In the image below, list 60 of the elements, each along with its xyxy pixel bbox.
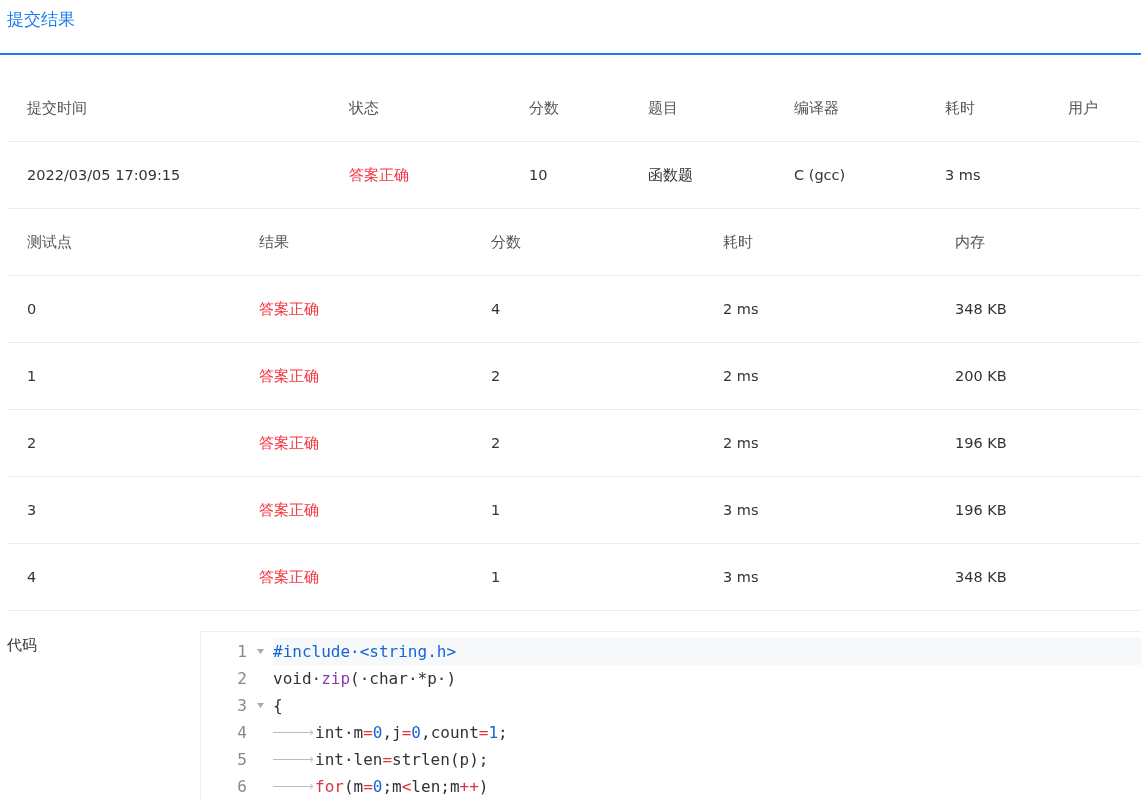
table-cell-text: 3 ms xyxy=(722,569,760,585)
code-editor[interactable]: 1 #include·<string.h> 2 void·zip(·char·*p·) 3 { 4 int·m=0,j=0,count=1; 5 int·len=strlen(p); 6 for(m=0;m<len;m++) xyxy=(200,631,1141,800)
table-cell-text: 2 xyxy=(490,368,502,384)
section-label: 代码 xyxy=(7,635,38,656)
table-cell-text: 196 KB xyxy=(954,502,1008,518)
code-line: for(m=0;m<len;m++) xyxy=(315,776,489,798)
table-cell-text: 3 ms xyxy=(944,167,982,183)
line-number: 1 xyxy=(236,642,247,661)
line-number: 5 xyxy=(236,750,247,769)
code-line: int·len=strlen(p); xyxy=(315,749,489,771)
column-header: 提交时间 xyxy=(26,98,88,118)
table-cell-text: 2 xyxy=(490,435,502,451)
table-cell-text: 4 xyxy=(490,301,502,317)
table-cell-text: 2 xyxy=(26,435,38,451)
line-number: 6 xyxy=(236,777,247,796)
fold-caret-icon[interactable] xyxy=(256,703,264,708)
code-line: { xyxy=(273,695,283,717)
column-header: 题目 xyxy=(647,98,679,118)
column-header: 编译器 xyxy=(793,98,840,118)
line-number: 3 xyxy=(236,696,247,715)
table-cell-text: 2 ms xyxy=(722,435,760,451)
table-cell-text: 2022/03/05 17:09:15 xyxy=(26,167,182,183)
table-cell-text: 答案正确 xyxy=(258,366,320,386)
column-header: 内存 xyxy=(954,232,986,252)
column-header: 耗时 xyxy=(722,232,754,252)
line-number: 2 xyxy=(236,669,247,688)
table-cell-text: 1 xyxy=(26,368,38,384)
code-line: void·zip(·char·*p·) xyxy=(273,668,457,690)
table-cell-text: 0 xyxy=(26,301,38,317)
table-cell-text: 10 xyxy=(528,167,549,183)
table-cell-text: 200 KB xyxy=(954,368,1008,384)
code-line: int·m=0,j=0,count=1; xyxy=(315,722,508,744)
table-cell-text: 答案正确 xyxy=(258,433,320,453)
table-cell-text: C (gcc) xyxy=(793,167,847,183)
table-cell-text: 348 KB xyxy=(954,301,1008,317)
table-cell-text: 2 ms xyxy=(722,301,760,317)
table-cell-text: 函数题 xyxy=(647,165,694,185)
fold-caret-icon[interactable] xyxy=(256,649,264,654)
column-header: 分数 xyxy=(490,232,522,252)
table-cell-text: 答案正确 xyxy=(348,165,410,185)
table-cell-text: 196 KB xyxy=(954,435,1008,451)
page-title: 提交结果 xyxy=(7,8,75,30)
table-cell-text: 答案正确 xyxy=(258,500,320,520)
column-header: 分数 xyxy=(528,98,560,118)
table-cell-text: 3 xyxy=(26,502,38,518)
code-line: #include·<string.h> xyxy=(273,641,457,663)
column-header: 用户 xyxy=(1067,98,1099,118)
table-cell-text: 1 xyxy=(490,569,502,585)
table-cell-text: 2 ms xyxy=(722,368,760,384)
table-cell-text: 答案正确 xyxy=(258,299,320,319)
table-cell-text: 348 KB xyxy=(954,569,1008,585)
table-cell-text: 1 xyxy=(490,502,502,518)
column-header: 状态 xyxy=(348,98,380,118)
line-number: 4 xyxy=(236,723,247,742)
table-cell-text: 答案正确 xyxy=(258,567,320,587)
column-header: 结果 xyxy=(258,232,290,252)
table-cell-text: 3 ms xyxy=(722,502,760,518)
table-cell-text: 4 xyxy=(26,569,38,585)
column-header: 耗时 xyxy=(944,98,976,118)
column-header: 测试点 xyxy=(26,232,73,252)
